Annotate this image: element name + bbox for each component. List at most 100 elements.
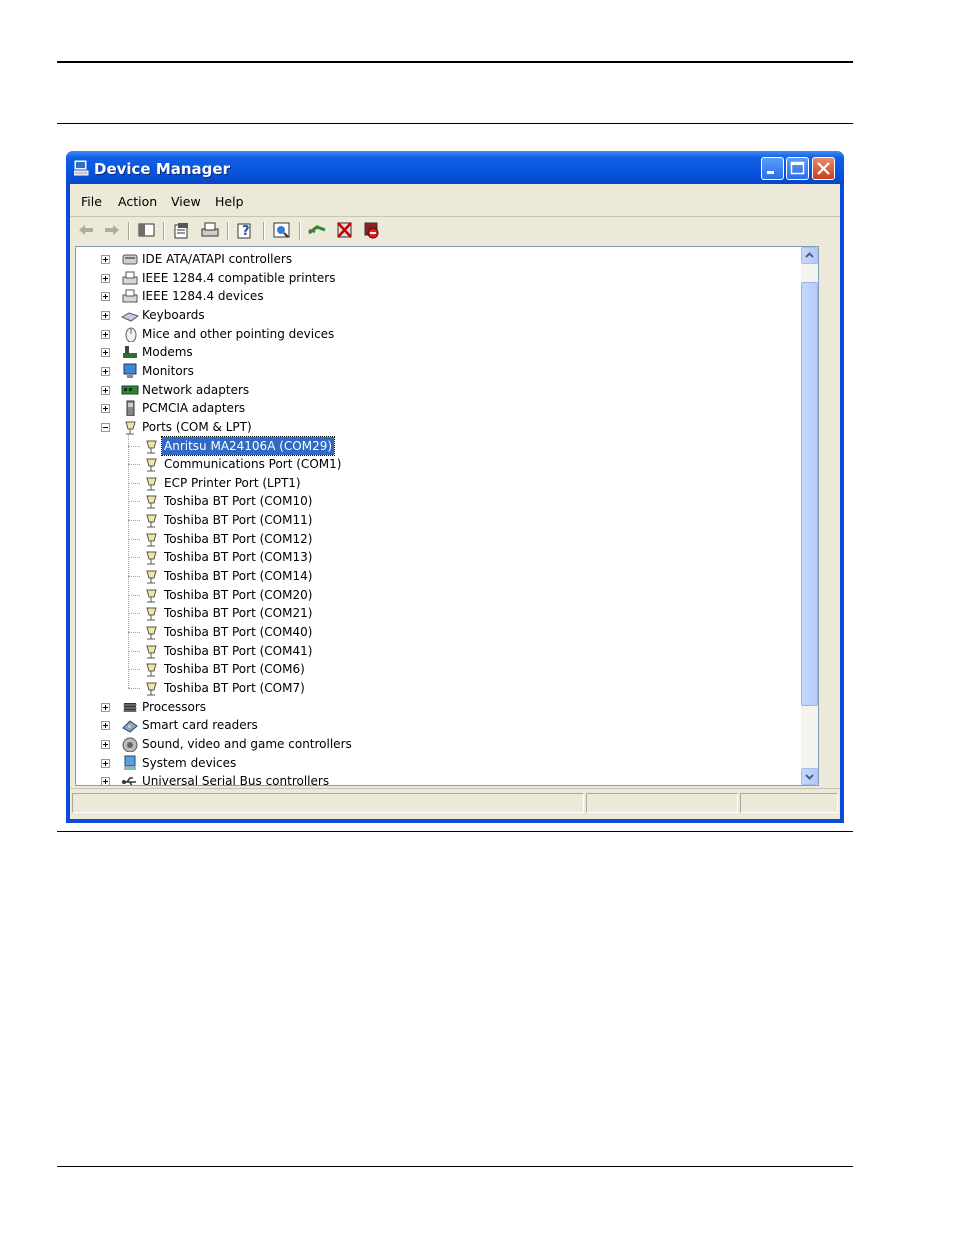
expand-icon[interactable] [101, 255, 110, 264]
tree-category[interactable]: Processors [76, 698, 796, 716]
tree-connector [128, 464, 140, 466]
menu-file[interactable]: File [81, 194, 102, 209]
help-icon[interactable]: ? [235, 221, 255, 239]
menu-help[interactable]: Help [215, 194, 244, 209]
tree-item[interactable]: Toshiba BT Port (COM41) [76, 642, 796, 660]
tree-item[interactable]: Toshiba BT Port (COM40) [76, 623, 796, 641]
port-icon [146, 663, 157, 677]
tree-category[interactable]: IDE ATA/ATAPI controllers [76, 250, 796, 268]
expand-icon[interactable] [101, 404, 110, 414]
device-manager-window: Device Manager File Action View Help ? I… [66, 151, 844, 823]
tree-connector [128, 632, 140, 633]
tree-item-label: Toshiba BT Port (COM13) [164, 550, 313, 565]
toolbar-separator [128, 222, 130, 240]
tree-item-label: Toshiba BT Port (COM20) [164, 587, 313, 602]
scroll-down-button[interactable] [801, 768, 818, 785]
ide-controller-icon [122, 254, 138, 265]
tree-category[interactable]: System devices [76, 754, 796, 772]
vertical-scrollbar[interactable] [801, 247, 818, 785]
menu-view[interactable]: View [171, 194, 201, 209]
minimize-button[interactable] [761, 157, 784, 180]
tree-item[interactable]: Toshiba BT Port (COM14) [76, 567, 796, 585]
maximize-button[interactable] [786, 157, 809, 180]
expand-icon[interactable] [101, 702, 110, 712]
status-panel-3 [740, 793, 838, 813]
print-icon[interactable] [200, 221, 220, 239]
tree-connector [128, 650, 140, 652]
expand-icon[interactable] [101, 292, 110, 302]
expand-icon[interactable] [101, 329, 110, 339]
scroll-thumb[interactable] [801, 281, 818, 706]
tree-category[interactable]: PCMCIA adapters [76, 399, 796, 417]
tree-item[interactable]: ECP Printer Port (LPT1) [76, 474, 796, 492]
tree-connector [128, 669, 140, 671]
tree-item[interactable]: Toshiba BT Port (COM11) [76, 511, 796, 529]
device-tree[interactable]: IDE ATA/ATAPI controllers IEEE 1284.4 com… [75, 246, 819, 786]
expand-icon[interactable] [101, 366, 110, 376]
collapse-icon[interactable] [101, 422, 110, 432]
forward-icon[interactable] [102, 221, 122, 239]
toolbar-separator [227, 222, 229, 240]
tree-category-label: PCMCIA adapters [142, 401, 246, 416]
expand-icon[interactable] [101, 739, 110, 749]
window-title: Device Manager [94, 160, 230, 178]
tree-category[interactable]: Universal Serial Bus controllers [76, 772, 796, 786]
tree-connector [128, 687, 140, 689]
port-icon [146, 626, 157, 640]
tree-category-label: Universal Serial Bus controllers [142, 774, 330, 786]
tree-item[interactable]: Toshiba BT Port (COM10) [76, 492, 796, 510]
tree-connector [128, 433, 129, 688]
expand-icon[interactable] [101, 385, 110, 395]
back-icon[interactable] [76, 221, 96, 239]
scan-hardware-icon[interactable] [272, 221, 292, 239]
tree-item[interactable]: Toshiba BT Port (COM21) [76, 604, 796, 622]
tree-category[interactable]: Mice and other pointing devices [76, 325, 796, 343]
tree-item[interactable]: Toshiba BT Port (COM12) [76, 530, 796, 548]
expand-icon[interactable] [101, 273, 110, 283]
show-hide-tree-icon[interactable] [137, 221, 157, 239]
port-icon [146, 458, 157, 472]
svg-text:?: ? [242, 224, 250, 239]
printer-icon [122, 289, 138, 303]
port-icon [146, 514, 157, 528]
uninstall-icon[interactable] [335, 221, 355, 239]
tree-item[interactable]: Toshiba BT Port (COM6) [76, 660, 796, 678]
tree-item-selected[interactable]: Anritsu MA24106A (COM29) [76, 435, 796, 456]
tree-category[interactable]: IEEE 1284.4 compatible printers [76, 269, 796, 287]
port-icon [146, 607, 157, 621]
tree-item[interactable]: Toshiba BT Port (COM20) [76, 586, 796, 604]
close-button[interactable] [812, 157, 835, 180]
port-icon [146, 682, 157, 696]
mouse-icon [125, 327, 137, 342]
port-icon [146, 477, 157, 491]
tree-item[interactable]: Toshiba BT Port (COM13) [76, 548, 796, 566]
tree-category[interactable]: Monitors [76, 362, 796, 380]
update-driver-icon[interactable] [307, 221, 327, 239]
network-adapter-icon [121, 385, 139, 395]
window-client: File Action View Help ? IDE ATA/ATAPI co… [70, 184, 840, 819]
tree-category[interactable]: Modems [76, 343, 796, 361]
expand-icon[interactable] [101, 777, 110, 785]
menu-action[interactable]: Action [118, 194, 157, 209]
tree-category[interactable]: Smart card readers [76, 716, 796, 734]
expand-icon[interactable] [101, 758, 110, 768]
disable-icon[interactable] [362, 221, 382, 239]
minimize-icon [767, 171, 774, 174]
pcmcia-icon [126, 400, 135, 417]
expand-icon[interactable] [101, 310, 110, 320]
printer-icon [122, 271, 138, 285]
tree-category[interactable]: Network adapters [76, 381, 796, 399]
tree-category[interactable]: IEEE 1284.4 devices [76, 287, 796, 305]
tree-item[interactable]: Toshiba BT Port (COM7) [76, 679, 796, 697]
properties-icon[interactable] [172, 221, 192, 239]
tree-category[interactable]: Keyboards [76, 306, 796, 324]
tree-connector [128, 482, 140, 484]
tree-item[interactable]: Communications Port (COM1) [76, 455, 796, 473]
scroll-up-button[interactable] [801, 247, 818, 264]
expand-icon[interactable] [101, 721, 110, 731]
tree-category[interactable]: Ports (COM & LPT) [76, 418, 796, 436]
tree-category[interactable]: Sound, video and game controllers [76, 735, 796, 753]
expand-icon[interactable] [101, 348, 110, 358]
tree-item-label: Toshiba BT Port (COM14) [164, 569, 313, 584]
title-bar[interactable]: Device Manager [66, 151, 844, 184]
